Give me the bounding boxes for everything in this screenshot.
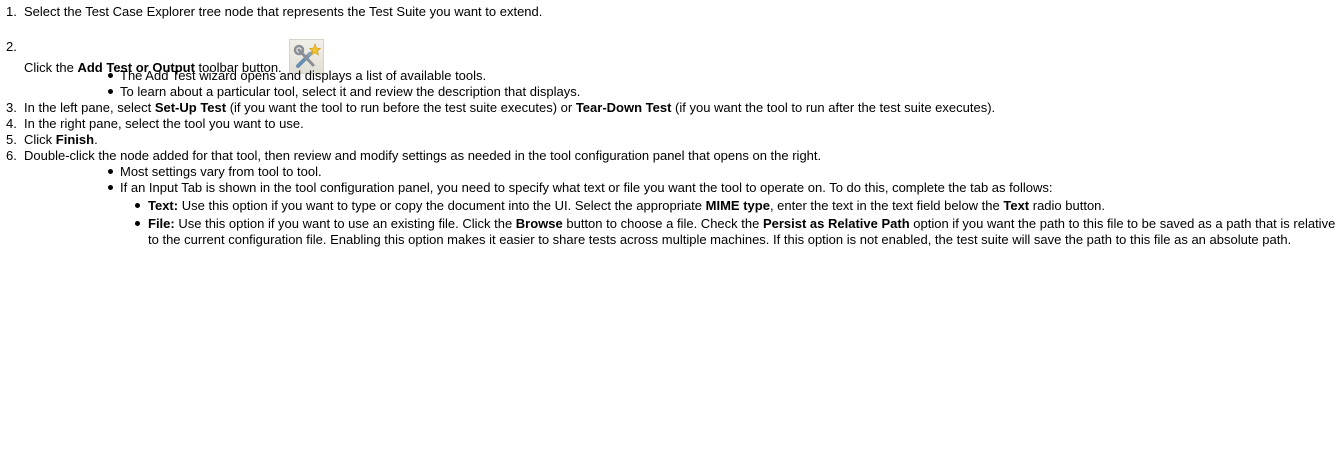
step-5: 5. Click Finish. — [0, 132, 1336, 148]
step-3: 3. In the left pane, select Set-Up Test … — [0, 100, 1336, 116]
step-text: Double-click the node added for that too… — [24, 148, 822, 163]
step-2: 2. Click the Add Test or Output toolbar … — [0, 39, 1336, 100]
step-text: In the right pane, select the tool you w… — [24, 116, 304, 131]
step-6: 6. Double-click the node added for that … — [0, 148, 1336, 248]
step-text: Select the Test Case Explorer tree node … — [24, 4, 543, 19]
file-option-item: File: Use this option if you want to use… — [134, 216, 1336, 248]
option-desc: radio button. — [1029, 198, 1106, 213]
text-option-label: Text: — [148, 198, 179, 213]
step-text-post: . — [94, 132, 98, 147]
option-desc: Use this option if you want to type or c… — [178, 198, 706, 213]
step-number: 6. — [6, 148, 17, 163]
step-number: 4. — [6, 116, 17, 131]
step-2-bullets: The Add Test wizard opens and displays a… — [24, 68, 1336, 100]
step-text-pre: Click the — [24, 60, 78, 75]
step-text-mid: (if you want the tool to run before the … — [226, 100, 576, 115]
finish-label: Finish — [55, 132, 95, 147]
step-4: 4. In the right pane, select the tool yo… — [0, 116, 1336, 132]
persist-relative-path-label: Persist as Relative Path — [762, 216, 910, 231]
option-desc: Use this option if you want to use an ex… — [174, 216, 516, 231]
browse-label: Browse — [515, 216, 563, 231]
step-number: 3. — [6, 100, 17, 115]
set-up-test-label: Set-Up Test — [154, 100, 227, 115]
steps-list: 1. Select the Test Case Explorer tree no… — [0, 4, 1336, 248]
tear-down-test-label: Tear-Down Test — [575, 100, 672, 115]
input-tab-options: Text: Use this option if you want to typ… — [120, 198, 1336, 248]
step-text-post: (if you want the tool to run after the t… — [671, 100, 996, 115]
list-item: If an Input Tab is shown in the tool con… — [106, 180, 1336, 248]
list-item: To learn about a particular tool, select… — [106, 84, 1336, 100]
step-number: 5. — [6, 132, 17, 147]
step-number: 1. — [6, 4, 17, 19]
file-option-label: File: — [148, 216, 175, 231]
input-tab-note: If an Input Tab is shown in the tool con… — [120, 180, 1053, 195]
list-item: The Add Test wizard opens and displays a… — [106, 68, 1336, 84]
option-desc: button to choose a file. Check the — [562, 216, 763, 231]
mime-type-label: MIME type — [705, 198, 770, 213]
step-text-pre: Click — [24, 132, 56, 147]
step-text-pre: In the left pane, select — [24, 100, 155, 115]
step-6-bullets: Most settings vary from tool to tool. If… — [24, 164, 1336, 248]
text-radio-label: Text — [1003, 198, 1030, 213]
list-item: Most settings vary from tool to tool. — [106, 164, 1336, 180]
option-desc: , enter the text in the text field below… — [769, 198, 1004, 213]
step-number: 2. — [6, 39, 17, 54]
step-1: 1. Select the Test Case Explorer tree no… — [0, 4, 1336, 20]
text-option-item: Text: Use this option if you want to typ… — [134, 198, 1336, 214]
instructions-document: 1. Select the Test Case Explorer tree no… — [0, 0, 1336, 248]
